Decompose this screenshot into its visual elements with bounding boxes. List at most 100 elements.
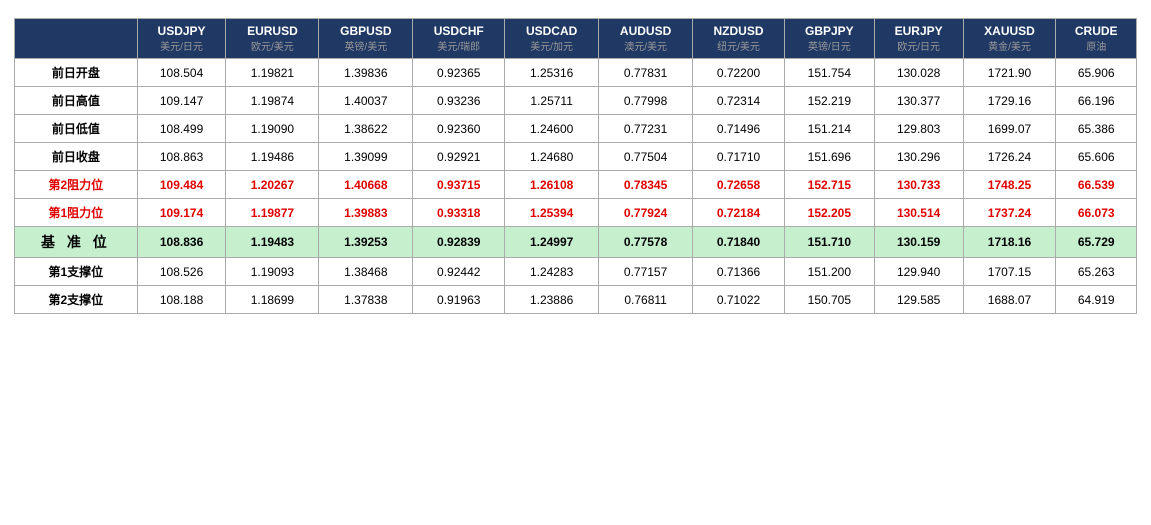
cell-6-10: 65.729	[1056, 227, 1137, 258]
cell-2-6: 0.71496	[693, 115, 785, 143]
cell-0-4: 1.25316	[505, 59, 599, 87]
header-USDCHF: USDCHF美元/瑞郎	[413, 19, 505, 59]
cell-0-7: 151.754	[784, 59, 874, 87]
cell-5-10: 66.073	[1056, 199, 1137, 227]
row-label-4: 第2阻力位	[15, 171, 138, 199]
row-label-2: 前日低值	[15, 115, 138, 143]
cell-7-6: 0.71366	[693, 258, 785, 286]
cell-7-1: 1.19093	[226, 258, 319, 286]
row-label-1: 前日高值	[15, 87, 138, 115]
cell-5-3: 0.93318	[413, 199, 505, 227]
table-row-6: 基 准 位108.8361.194831.392530.928391.24997…	[15, 227, 1137, 258]
row-label-0: 前日开盘	[15, 59, 138, 87]
cell-6-7: 151.710	[784, 227, 874, 258]
cell-7-8: 129.940	[874, 258, 963, 286]
cell-4-6: 0.72658	[693, 171, 785, 199]
cell-5-0: 109.174	[137, 199, 226, 227]
cell-2-2: 1.38622	[319, 115, 413, 143]
cell-1-3: 0.93236	[413, 87, 505, 115]
row-label-3: 前日收盘	[15, 143, 138, 171]
cell-4-5: 0.78345	[599, 171, 693, 199]
cell-7-0: 108.526	[137, 258, 226, 286]
cell-6-9: 1718.16	[963, 227, 1056, 258]
cell-7-7: 151.200	[784, 258, 874, 286]
cell-8-9: 1688.07	[963, 286, 1056, 314]
cell-2-5: 0.77231	[599, 115, 693, 143]
cell-5-4: 1.25394	[505, 199, 599, 227]
cell-2-3: 0.92360	[413, 115, 505, 143]
cell-8-6: 0.71022	[693, 286, 785, 314]
cell-6-4: 1.24997	[505, 227, 599, 258]
data-table: USDJPY美元/日元EURUSD欧元/美元GBPUSD英镑/美元USDCHF美…	[14, 18, 1137, 314]
cell-3-3: 0.92921	[413, 143, 505, 171]
cell-1-7: 152.219	[784, 87, 874, 115]
cell-2-1: 1.19090	[226, 115, 319, 143]
cell-1-10: 66.196	[1056, 87, 1137, 115]
cell-1-1: 1.19874	[226, 87, 319, 115]
header-GBPJPY: GBPJPY英镑/日元	[784, 19, 874, 59]
cell-3-6: 0.71710	[693, 143, 785, 171]
cell-5-1: 1.19877	[226, 199, 319, 227]
cell-6-0: 108.836	[137, 227, 226, 258]
cell-4-9: 1748.25	[963, 171, 1056, 199]
cell-0-10: 65.906	[1056, 59, 1137, 87]
cell-7-2: 1.38468	[319, 258, 413, 286]
header-CRUDE: CRUDE原油	[1056, 19, 1137, 59]
cell-0-8: 130.028	[874, 59, 963, 87]
cell-4-4: 1.26108	[505, 171, 599, 199]
cell-3-7: 151.696	[784, 143, 874, 171]
cell-2-7: 151.214	[784, 115, 874, 143]
cell-5-7: 152.205	[784, 199, 874, 227]
cell-1-0: 109.147	[137, 87, 226, 115]
cell-2-8: 129.803	[874, 115, 963, 143]
cell-1-2: 1.40037	[319, 87, 413, 115]
cell-4-0: 109.484	[137, 171, 226, 199]
header-EURJPY: EURJPY欧元/日元	[874, 19, 963, 59]
cell-6-5: 0.77578	[599, 227, 693, 258]
cell-1-5: 0.77998	[599, 87, 693, 115]
cell-0-2: 1.39836	[319, 59, 413, 87]
cell-3-9: 1726.24	[963, 143, 1056, 171]
header-USDJPY: USDJPY美元/日元	[137, 19, 226, 59]
cell-2-0: 108.499	[137, 115, 226, 143]
cell-4-8: 130.733	[874, 171, 963, 199]
cell-1-9: 1729.16	[963, 87, 1056, 115]
table-row-3: 前日收盘108.8631.194861.390990.929211.246800…	[15, 143, 1137, 171]
cell-0-1: 1.19821	[226, 59, 319, 87]
cell-3-0: 108.863	[137, 143, 226, 171]
cell-6-1: 1.19483	[226, 227, 319, 258]
cell-3-4: 1.24680	[505, 143, 599, 171]
cell-8-8: 129.585	[874, 286, 963, 314]
cell-4-2: 1.40668	[319, 171, 413, 199]
table-row-5: 第1阻力位109.1741.198771.398830.933181.25394…	[15, 199, 1137, 227]
header-EURUSD: EURUSD欧元/美元	[226, 19, 319, 59]
cell-4-10: 66.539	[1056, 171, 1137, 199]
table-row-1: 前日高值109.1471.198741.400370.932361.257110…	[15, 87, 1137, 115]
cell-6-6: 0.71840	[693, 227, 785, 258]
cell-0-6: 0.72200	[693, 59, 785, 87]
cell-5-5: 0.77924	[599, 199, 693, 227]
cell-4-3: 0.93715	[413, 171, 505, 199]
row-label-7: 第1支撑位	[15, 258, 138, 286]
cell-3-1: 1.19486	[226, 143, 319, 171]
row-label-8: 第2支撑位	[15, 286, 138, 314]
cell-2-10: 65.386	[1056, 115, 1137, 143]
cell-8-0: 108.188	[137, 286, 226, 314]
cell-7-3: 0.92442	[413, 258, 505, 286]
cell-3-5: 0.77504	[599, 143, 693, 171]
cell-5-8: 130.514	[874, 199, 963, 227]
cell-2-4: 1.24600	[505, 115, 599, 143]
cell-8-10: 64.919	[1056, 286, 1137, 314]
cell-1-6: 0.72314	[693, 87, 785, 115]
cell-6-2: 1.39253	[319, 227, 413, 258]
row-label-5: 第1阻力位	[15, 199, 138, 227]
cell-2-9: 1699.07	[963, 115, 1056, 143]
cell-8-3: 0.91963	[413, 286, 505, 314]
cell-0-5: 0.77831	[599, 59, 693, 87]
cell-4-7: 152.715	[784, 171, 874, 199]
table-row-4: 第2阻力位109.4841.202671.406680.937151.26108…	[15, 171, 1137, 199]
cell-8-4: 1.23886	[505, 286, 599, 314]
header-USDCAD: USDCAD美元/加元	[505, 19, 599, 59]
header-XAUUSD: XAUUSD黄金/美元	[963, 19, 1056, 59]
header-NZDUSD: NZDUSD纽元/美元	[693, 19, 785, 59]
